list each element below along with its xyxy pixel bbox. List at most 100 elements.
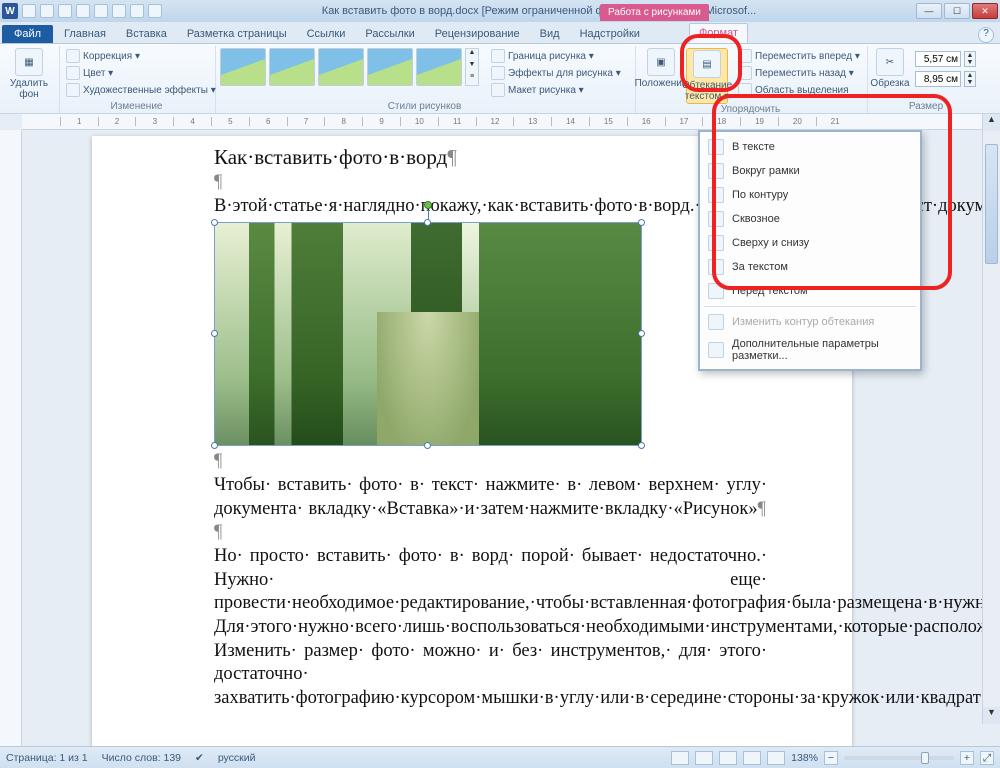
picture-styles-gallery[interactable]: ▲▼≡ [220,48,479,86]
wrap-inline-item[interactable]: В тексте [700,135,920,159]
paragraph-mark[interactable] [214,450,767,474]
qat-email-icon[interactable] [148,4,162,18]
color-button[interactable]: Цвет ▾ [64,65,218,81]
qat-print-icon[interactable] [112,4,126,18]
tab-addins[interactable]: Надстройки [571,25,649,43]
wrap-front-item[interactable]: Перед текстом [700,279,920,303]
wrap-through-item[interactable]: Сквозное [700,207,920,231]
group-size: ✂ Обрезка ▲▼ ▲▼ Размер [868,46,986,113]
corrections-button[interactable]: Коррекция ▾ [64,48,218,64]
style-thumb[interactable] [367,48,413,86]
tab-insert[interactable]: Вставка [117,25,176,43]
remove-background-button[interactable]: ▦ Удалить фон [8,48,50,100]
web-layout-view-button[interactable] [719,751,737,765]
resize-handle-tr[interactable] [638,219,645,226]
picture-effects-button[interactable]: Эффекты для рисунка ▾ [489,65,623,81]
zoom-slider[interactable] [844,756,954,760]
document-title[interactable]: Как·вставить·фото·в·ворд [214,144,767,171]
paragraph[interactable]: Чтобы· вставить· фото· в· текст· нажмите… [214,474,767,521]
bring-forward-button[interactable]: Переместить вперед ▾ [736,48,862,64]
tab-view[interactable]: Вид [531,25,569,43]
wrap-text-button[interactable]: ▤ Обтекание текстом ▾ [686,48,728,104]
paragraph-mark[interactable] [214,171,767,195]
style-thumb[interactable] [269,48,315,86]
paragraph-mark[interactable] [214,521,767,545]
qat-preview-icon[interactable] [130,4,144,18]
artistic-icon [66,83,80,97]
paragraph[interactable]: Но· просто· вставить· фото· в· ворд· пор… [214,545,767,616]
color-icon [66,66,80,80]
send-backward-button[interactable]: Переместить назад ▾ [736,65,862,81]
wrap-behind-item[interactable]: За текстом [700,255,920,279]
crop-button[interactable]: ✂ Обрезка [872,48,908,89]
picture-layout-button[interactable]: Макет рисунка ▾ [489,82,623,98]
tab-page-layout[interactable]: Разметка страницы [178,25,296,43]
resize-handle-br[interactable] [638,442,645,449]
group-picture-styles: ▲▼≡ Граница рисунка ▾ Эффекты для рисунк… [216,46,636,113]
outline-view-button[interactable] [743,751,761,765]
width-input[interactable]: ▲▼ [912,71,976,87]
scroll-up-icon[interactable]: ▲ [983,114,1000,131]
horizontal-ruler[interactable]: 123456789101112131415161718192021 [22,114,982,130]
tab-review[interactable]: Рецензирование [426,25,529,43]
zoom-fit-button[interactable]: ⤢ [980,751,994,765]
close-button[interactable]: ✕ [972,3,998,19]
tab-references[interactable]: Ссылки [298,25,355,43]
tab-home[interactable]: Главная [55,25,115,43]
language-indicator[interactable]: русский [218,752,256,764]
style-thumb[interactable] [416,48,462,86]
paragraph[interactable]: Для·этого·нужно·всего·лишь·воспользовать… [214,616,767,640]
app-icon: W [2,3,18,19]
resize-handle-bl[interactable] [211,442,218,449]
bring-forward-icon [738,49,752,63]
more-layout-options-item[interactable]: Дополнительные параметры разметки... [700,334,920,366]
draft-view-button[interactable] [767,751,785,765]
artistic-effects-button[interactable]: Художественные эффекты ▾ [64,82,218,98]
proofing-icon[interactable]: ✔ [195,752,204,764]
qat-redo-icon[interactable] [58,4,72,18]
scroll-down-icon[interactable]: ▼ [983,707,1000,724]
zoom-slider-thumb[interactable] [921,752,929,764]
position-button[interactable]: ▣ Положение [640,48,682,89]
height-input[interactable]: ▲▼ [912,51,976,67]
vertical-scrollbar[interactable]: ▲ ▼ [982,114,1000,724]
paragraph[interactable]: Изменить· размер· фото· можно· и· без· и… [214,640,767,711]
tab-format[interactable]: Формат [689,23,748,43]
vertical-ruler[interactable] [0,130,22,746]
paragraph[interactable]: В·этой·статье·я·наглядно·покажу,·как·вст… [214,195,767,219]
wrap-front-icon [708,283,724,299]
selected-image[interactable] [214,222,642,446]
fullscreen-reading-view-button[interactable] [695,751,713,765]
resize-handle-b[interactable] [424,442,431,449]
maximize-button[interactable]: ☐ [944,3,970,19]
picture-border-button[interactable]: Граница рисунка ▾ [489,48,623,64]
zoom-in-button[interactable]: + [960,751,974,765]
resize-handle-r[interactable] [638,330,645,337]
zoom-out-button[interactable]: − [824,751,838,765]
group-arrange: ▣ Положение ▤ Обтекание текстом ▾ Переме… [636,46,868,113]
style-thumb[interactable] [220,48,266,86]
zoom-level[interactable]: 138% [791,752,818,764]
wrap-square-item[interactable]: Вокруг рамки [700,159,920,183]
wrap-inline-icon [708,139,724,155]
qat-new-icon[interactable] [76,4,90,18]
print-layout-view-button[interactable] [671,751,689,765]
tab-mailings[interactable]: Рассылки [356,25,423,43]
tab-file[interactable]: Файл [2,25,53,43]
qat-save-icon[interactable] [22,4,36,18]
wrap-topbottom-item[interactable]: Сверху и снизу [700,231,920,255]
gallery-scroll[interactable]: ▲▼≡ [465,48,479,86]
qat-open-icon[interactable] [94,4,108,18]
wrap-tight-item[interactable]: По контуру [700,183,920,207]
scrollbar-thumb[interactable] [985,144,998,264]
contextual-tab-label: Работа с рисунками [600,4,709,21]
style-thumb[interactable] [318,48,364,86]
wrap-topbottom-icon [708,235,724,251]
qat-undo-icon[interactable] [40,4,54,18]
help-icon[interactable]: ? [978,27,994,43]
selection-pane-button[interactable]: Область выделения [736,82,862,98]
word-count[interactable]: Число слов: 139 [102,752,181,764]
wrap-text-dropdown: В тексте Вокруг рамки По контуру Сквозно… [698,130,922,371]
minimize-button[interactable]: — [916,3,942,19]
page-indicator[interactable]: Страница: 1 из 1 [6,752,88,764]
